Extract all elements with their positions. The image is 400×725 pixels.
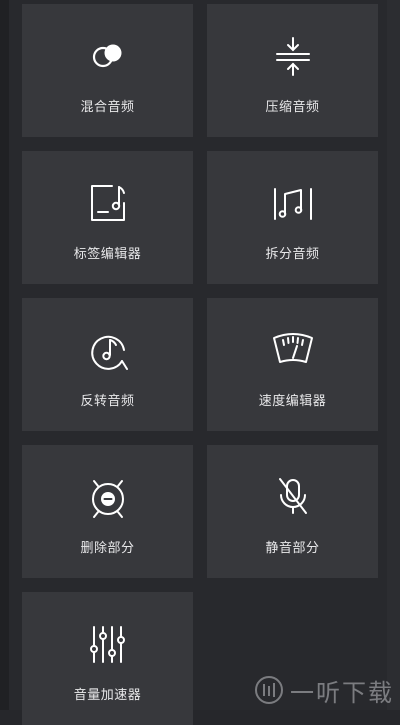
right-edge bbox=[387, 0, 400, 710]
tool-delete-part[interactable]: 删除部分 bbox=[22, 445, 193, 578]
reverse-audio-icon bbox=[86, 328, 130, 372]
tool-label: 标签编辑器 bbox=[73, 247, 142, 262]
mute-part-icon bbox=[271, 475, 315, 519]
mix-audio-icon bbox=[86, 34, 130, 78]
tool-reverse-audio[interactable]: 反转音频 bbox=[22, 298, 193, 431]
tool-label: 反转音频 bbox=[80, 394, 135, 409]
delete-part-icon bbox=[86, 475, 130, 519]
tool-speed-editor[interactable]: 速度编辑器 bbox=[207, 298, 378, 431]
tool-label: 混合音频 bbox=[80, 100, 135, 115]
tool-grid: 混合音频 压缩音频 标签编辑器 拆分音频 反转音频 速度编辑器 删除部分 静音部… bbox=[22, 4, 378, 725]
tool-volume-booster[interactable]: 音量加速器 bbox=[22, 592, 193, 725]
split-audio-icon bbox=[271, 181, 315, 225]
watermark-logo-icon bbox=[254, 675, 284, 705]
watermark-text: 一听下载 bbox=[290, 678, 394, 707]
tool-label: 拆分音频 bbox=[265, 247, 320, 262]
tag-editor-icon bbox=[86, 181, 130, 225]
compress-audio-icon bbox=[271, 34, 315, 78]
watermark: 一听下载 bbox=[254, 672, 394, 708]
tool-compress-audio[interactable]: 压缩音频 bbox=[207, 4, 378, 137]
tool-label: 音量加速器 bbox=[73, 688, 142, 703]
volume-booster-icon bbox=[86, 622, 130, 666]
app-screen: 混合音频 压缩音频 标签编辑器 拆分音频 反转音频 速度编辑器 删除部分 静音部… bbox=[0, 0, 400, 725]
tool-split-audio[interactable]: 拆分音频 bbox=[207, 151, 378, 284]
tool-label: 压缩音频 bbox=[265, 100, 320, 115]
tool-label: 静音部分 bbox=[265, 541, 320, 556]
tool-mix-audio[interactable]: 混合音频 bbox=[22, 4, 193, 137]
tool-label: 删除部分 bbox=[80, 541, 135, 556]
tool-mute-part[interactable]: 静音部分 bbox=[207, 445, 378, 578]
tool-label: 速度编辑器 bbox=[258, 394, 327, 409]
left-edge bbox=[0, 0, 9, 710]
tool-tag-editor[interactable]: 标签编辑器 bbox=[22, 151, 193, 284]
speed-editor-icon bbox=[271, 328, 315, 372]
